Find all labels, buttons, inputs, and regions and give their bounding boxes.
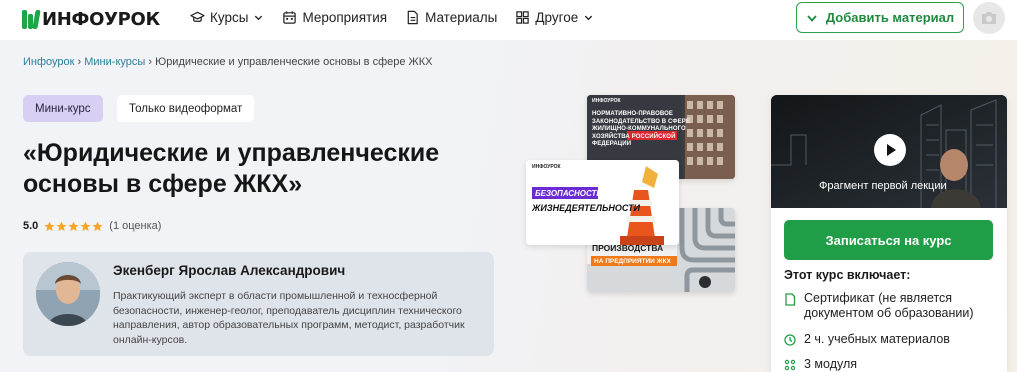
clock-icon bbox=[784, 334, 796, 346]
breadcrumb-home[interactable]: Инфоурок bbox=[23, 56, 74, 68]
site-logo[interactable]: ИНФОУРОК bbox=[22, 9, 160, 30]
chevron-down-icon bbox=[585, 15, 593, 21]
author-name[interactable]: Экенберг Ярослав Александрович bbox=[113, 263, 345, 278]
thumbnail-2-brand: ИНФОУРОК bbox=[532, 164, 561, 170]
breadcrumb-mini-courses[interactable]: Мини-курсы bbox=[84, 56, 145, 68]
logo-text: ИНФОУРОК bbox=[42, 9, 160, 30]
thumbnail-1-line: НОРМАТИВНО-ПРАВОВОЕ bbox=[592, 111, 673, 117]
chevron-down-icon bbox=[255, 15, 263, 21]
user-avatar[interactable] bbox=[973, 2, 1005, 34]
breadcrumb-separator: › bbox=[148, 56, 153, 68]
lecture-video-preview[interactable]: Фрагмент первой лекции bbox=[771, 95, 1007, 208]
add-material-button[interactable]: Добавить материал bbox=[796, 2, 964, 33]
nav-courses[interactable]: Курсы bbox=[190, 10, 264, 25]
star-icon bbox=[92, 220, 103, 231]
video-caption: Фрагмент первой лекции bbox=[819, 180, 947, 192]
play-icon bbox=[887, 144, 896, 156]
course-rating: 5.0 (1 оценка) bbox=[23, 220, 161, 232]
breadcrumb-current: Юридические и управленческие основы в сф… bbox=[155, 56, 433, 68]
nav-events[interactable]: Мероприятия bbox=[282, 10, 387, 25]
thumbnail-2-tag: БЕЗОПАСНОСТЬ bbox=[535, 189, 602, 198]
enroll-button[interactable]: Записаться на курс bbox=[784, 220, 993, 260]
star-icon bbox=[80, 220, 91, 231]
play-button[interactable] bbox=[874, 134, 906, 166]
course-enroll-card: Фрагмент первой лекции Записаться на кур… bbox=[771, 95, 1007, 372]
thumbnail-1-line: ЗАКОНОДАТЕЛЬСТВО В СФЕРЕ bbox=[592, 118, 690, 125]
author-photo bbox=[36, 262, 100, 326]
star-icon bbox=[44, 220, 55, 231]
rating-stars bbox=[44, 220, 103, 232]
rating-count[interactable]: (1 оценка) bbox=[109, 220, 161, 232]
calendar-icon bbox=[283, 11, 297, 24]
chevron-down-icon bbox=[807, 14, 817, 22]
main-nav: Курсы Мероприятия Материалы Другое bbox=[190, 10, 594, 25]
breadcrumb-separator: › bbox=[77, 56, 82, 68]
include-item-modules: 3 модуля bbox=[784, 357, 999, 372]
thumbnail-1-brand: ИНФОУРОК bbox=[592, 98, 621, 104]
thumbnail-1-line: ФЕДЕРАЦИИ bbox=[592, 141, 632, 148]
breadcrumb: Инфоурок › Мини-курсы › Юридические и уп… bbox=[23, 56, 432, 68]
graduation-cap-icon bbox=[190, 11, 205, 22]
author-bio: Практикующий эксперт в области промышлен… bbox=[113, 290, 465, 346]
lecture-thumbnail-2: ИНФОУРОК БЕЗОПАСНОСТЬ ЖИЗНЕДЕЯТЕЛЬНОСТИ bbox=[526, 160, 679, 245]
include-item-certificate: Сертификат (не является документом об об… bbox=[784, 291, 999, 321]
video-only-tag: Только видеоформат bbox=[117, 95, 255, 122]
course-hero: Инфоурок › Мини-курсы › Юридические и уп… bbox=[0, 40, 1017, 372]
thumbnail-1-line: ХОЗЯЙСТВА РОССИЙСКОЙ bbox=[592, 133, 676, 140]
star-icon bbox=[68, 220, 79, 231]
include-item-text: 2 ч. учебных материалов bbox=[804, 332, 950, 346]
nav-other[interactable]: Другое bbox=[515, 10, 594, 25]
top-header: ИНФОУРОК Курсы Мероприятия Материалы Дру… bbox=[0, 0, 1017, 40]
nav-materials-label: Материалы bbox=[425, 10, 498, 25]
certificate-icon bbox=[785, 293, 796, 306]
logo-mark-icon bbox=[22, 10, 41, 29]
nav-other-label: Другое bbox=[535, 10, 579, 25]
grid-icon bbox=[516, 11, 530, 24]
star-icon bbox=[56, 220, 67, 231]
includes-title: Этот курс включает: bbox=[784, 268, 911, 282]
author-card: Экенберг Ярослав Александрович Практикую… bbox=[23, 252, 494, 356]
rating-value: 5.0 bbox=[23, 220, 39, 232]
thumbnail-1-text: НОРМАТИВНО-ПРАВОВОЕ ЗАКОНОДАТЕЛЬСТВО В С… bbox=[592, 111, 690, 149]
include-item-text: 3 модуля bbox=[804, 357, 858, 371]
camera-icon bbox=[982, 12, 996, 24]
include-item-hours: 2 ч. учебных материалов bbox=[784, 332, 999, 347]
nav-events-label: Мероприятия bbox=[302, 10, 388, 25]
nav-courses-label: Курсы bbox=[210, 10, 249, 25]
mini-course-tag: Мини-курс bbox=[23, 95, 103, 122]
document-icon bbox=[407, 10, 418, 25]
course-title: «Юридические и управленческие основы в с… bbox=[23, 139, 440, 198]
thumbnail-3-tag: НА ПРЕДПРИЯТИИ ЖКХ bbox=[594, 258, 671, 265]
include-item-text: Сертификат (не является документом об об… bbox=[804, 291, 974, 320]
add-material-label: Добавить материал bbox=[825, 10, 955, 25]
modules-icon bbox=[784, 359, 796, 371]
thumbnail-1-line: ЖИЛИЩНО-КОММУНАЛЬНОГО bbox=[592, 126, 686, 133]
nav-materials[interactable]: Материалы bbox=[405, 10, 497, 25]
thumbnail-2-title: ЖИЗНЕДЕЯТЕЛЬНОСТИ bbox=[532, 203, 640, 213]
